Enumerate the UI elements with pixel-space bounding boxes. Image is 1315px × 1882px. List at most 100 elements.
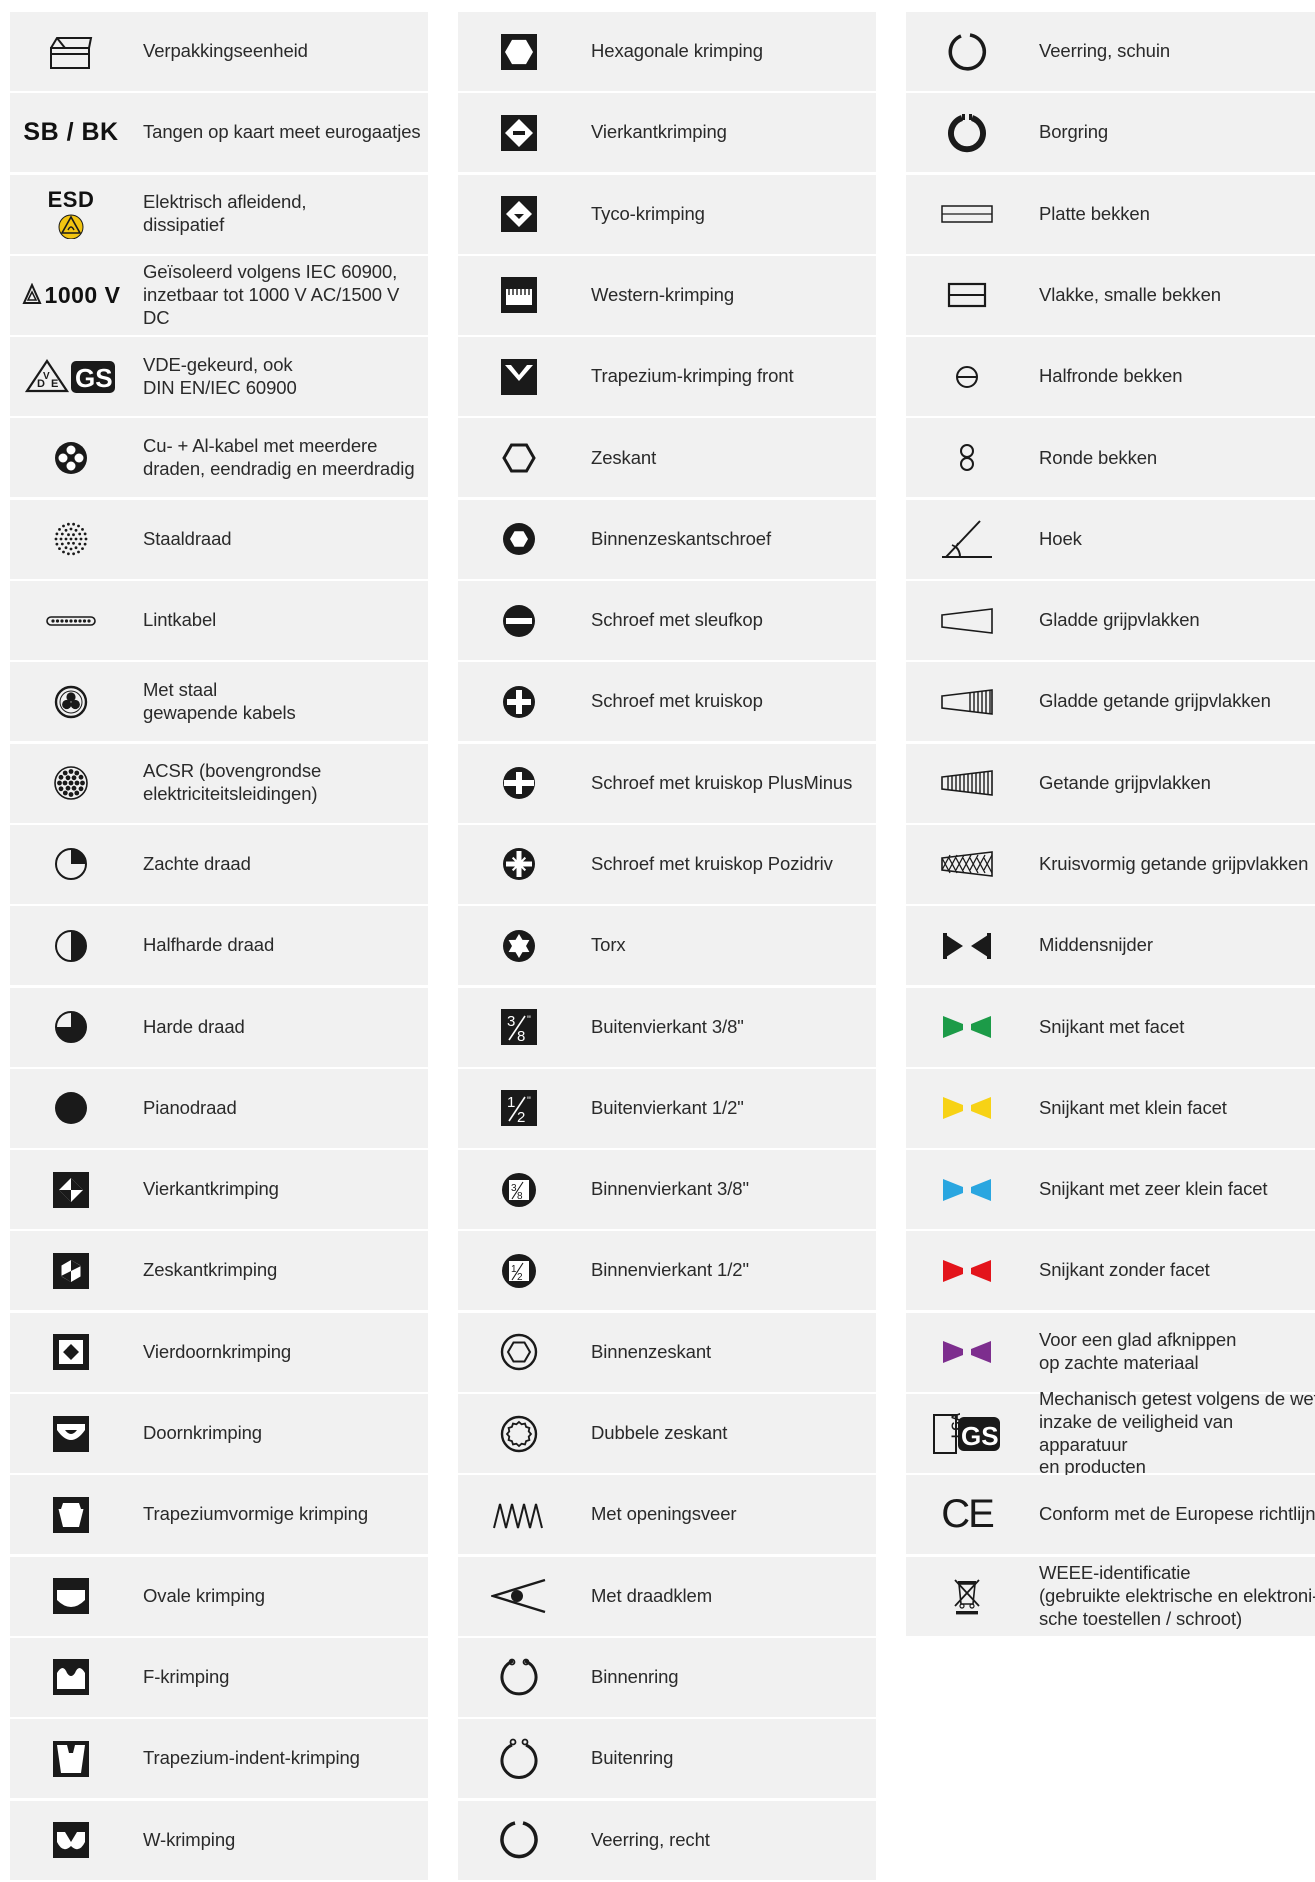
four-mandrel-crimp-icon xyxy=(10,1313,132,1392)
legend-label: Hoek xyxy=(1039,527,1082,549)
double-hex-icon xyxy=(458,1394,580,1473)
legend-row: Snijkant zonder facet xyxy=(906,1231,1315,1311)
svg-text:": " xyxy=(527,1095,531,1107)
cross-serrated-gripping-icon xyxy=(906,825,1028,904)
weee-icon xyxy=(906,1557,1028,1636)
legend-row: Schroef met kruiskop Pozidriv xyxy=(458,824,876,904)
legend-column-3: Veerring, schuin Borgring Platte bekken Vla… xyxy=(906,12,1315,1638)
legend-label: Gladde getande grijpvlakken xyxy=(1039,690,1271,712)
legend-label: Snijkant met zeer klein facet xyxy=(1039,1178,1268,1200)
legend-label: Binnenzeskantschroef xyxy=(591,527,772,549)
legend-label: Dubbele zeskant xyxy=(591,1422,728,1444)
legend-label: Trapeziumvormige krimping xyxy=(143,1503,369,1525)
legend-label: Geïsoleerd volgens IEC 60900, inzetbaar … xyxy=(143,260,400,328)
legend-label: Vierdoornkrimping xyxy=(143,1340,292,1362)
legend-label: Zeskantkrimping xyxy=(143,1259,278,1281)
legend-row: Met staal gewapende kabels xyxy=(10,662,428,742)
legend-row: Middensnijder xyxy=(906,906,1315,986)
ce-mark-icon: CE xyxy=(941,1492,995,1537)
svg-text:E: E xyxy=(51,378,58,390)
angled-spring-ring-icon xyxy=(906,12,1028,91)
medium-hard-wire-icon xyxy=(10,906,132,985)
serrated-gripping-icon xyxy=(906,744,1028,823)
legend-label: F-krimping xyxy=(143,1665,230,1687)
hex-socket-screw-icon xyxy=(458,500,580,579)
svg-text:": " xyxy=(527,1014,531,1026)
legend-label: Schroef met kruiskop Pozidriv xyxy=(591,853,833,874)
legend-row: Torx xyxy=(458,906,876,986)
half-round-jaws-icon xyxy=(906,337,1028,416)
soft-material-cutting-edge-icon xyxy=(906,1313,1028,1392)
hexagon-nut-icon xyxy=(458,418,580,497)
legend-row: Vierdoornkrimping xyxy=(10,1312,428,1392)
legend-row: Borgring xyxy=(906,93,1315,173)
svg-text:8: 8 xyxy=(517,1191,523,1202)
legend-column-2: Hexagonale krimping Vierkantkrimping Tyco… xyxy=(458,12,876,1882)
legend-row: Zeskant xyxy=(458,418,876,498)
legend-row: Trapezium-krimping front xyxy=(458,337,876,417)
trapezoid-indent-crimp-icon xyxy=(10,1719,132,1798)
armoured-cable-icon xyxy=(10,662,132,741)
very-small-bevel-cutting-edge-icon xyxy=(906,1150,1028,1229)
legend-row: Getande grijpvlakken xyxy=(906,743,1315,823)
legend-label: Conform met de Europese richtlijn xyxy=(1039,1503,1315,1525)
straight-spring-ring-icon xyxy=(458,1801,580,1880)
opening-spring-icon xyxy=(458,1475,580,1554)
legend-label: W-krimping xyxy=(143,1828,236,1850)
legend-label: Met draadklem xyxy=(591,1584,713,1606)
legend-label: WEEE-identificatie (gebruikte elektrisch… xyxy=(1039,1561,1315,1629)
legend-row: Verpakkingseenheid xyxy=(10,12,428,91)
legend-row: W-krimping xyxy=(10,1800,428,1880)
vde-gs-mark-icon: D V E GS xyxy=(10,337,132,416)
legend-label: Doornkrimping xyxy=(143,1422,262,1444)
legend-label: Elektrisch afleidend, dissipatief xyxy=(143,191,307,236)
icon-text: SB / BK xyxy=(23,118,119,147)
svg-text:GS: GS xyxy=(75,363,113,393)
legend-row: 1 2 " Buitenvierkant 1/2" xyxy=(458,1068,876,1148)
legend-label: Voor een glad afknippen op zachte materi… xyxy=(1039,1329,1237,1374)
legend-row: Met openingsveer xyxy=(458,1475,876,1555)
legend-label: Torx xyxy=(591,934,626,956)
legend-row: Trapezium-indent-krimping xyxy=(10,1719,428,1799)
legend-label: Buitenring xyxy=(591,1747,674,1769)
packaging-box-icon xyxy=(10,12,132,91)
wire-clamp-icon xyxy=(458,1557,580,1636)
western-crimp-icon xyxy=(458,256,580,335)
legend-row: Binnenzeskantschroef xyxy=(458,499,876,579)
no-bevel-cutting-edge-icon xyxy=(906,1231,1028,1310)
legend-label: Met staal gewapende kabels xyxy=(143,678,296,723)
trapezoid-crimp-front-icon xyxy=(458,337,580,416)
legend-label: Verpakkingseenheid xyxy=(143,40,308,62)
legend-label: Snijkant zonder facet xyxy=(1039,1259,1210,1281)
small-bevel-cutting-edge-icon xyxy=(906,1069,1028,1148)
piano-wire-icon xyxy=(10,1069,132,1148)
legend-row: Binnenzeskant xyxy=(458,1312,876,1392)
legend-row: CE Conform met de Europese richtlijn xyxy=(906,1475,1315,1555)
legend-row: Dubbele zeskant xyxy=(458,1394,876,1474)
legend-row: Zeskantkrimping xyxy=(10,1231,428,1311)
hex-crimp-icon xyxy=(10,1231,132,1310)
bevel-cutting-edge-icon xyxy=(906,988,1028,1067)
legend-row: Trapeziumvormige krimping xyxy=(10,1475,428,1555)
w-crimp-icon xyxy=(10,1801,132,1880)
legend-label: VDE-gekeurd, ook DIN EN/IEC 60900 xyxy=(143,353,297,398)
legend-label: ACSR (bovengrondse elektriciteitsleiding… xyxy=(143,760,322,805)
legend-row: Lintkabel xyxy=(10,581,428,661)
outer-square-38-icon: 3 8 " xyxy=(458,988,580,1067)
legend-label: Zachte draad xyxy=(143,853,251,874)
legend-column-1: Verpakkingseenheid SB / BK Tangen op kaart… xyxy=(10,12,428,1882)
legend-label: Snijkant met facet xyxy=(1039,1015,1185,1037)
legend-label: Binnenvierkant 3/8" xyxy=(591,1178,749,1200)
legend-row: Schroef met sleufkop xyxy=(458,581,876,661)
angle-icon xyxy=(906,500,1028,579)
legend-row: Hoek xyxy=(906,499,1315,579)
legend-row: 3 8 " Buitenvierkant 3/8" xyxy=(458,987,876,1067)
legend-row: 3 8 Binnenvierkant 3/8" xyxy=(458,1150,876,1230)
flat-jaws-icon xyxy=(906,175,1028,254)
pozidriv-screw-icon xyxy=(458,825,580,904)
legend-row: LGAGSMechanisch getest volgens de wet in… xyxy=(906,1388,1315,1477)
esd-warning-icon: ESD xyxy=(10,175,132,254)
legend-row: Met draadklem xyxy=(458,1556,876,1636)
legend-row: 1000 V Geïsoleerd volgens IEC 60900, inze… xyxy=(10,255,428,335)
legend-label: Ronde bekken xyxy=(1039,446,1158,468)
